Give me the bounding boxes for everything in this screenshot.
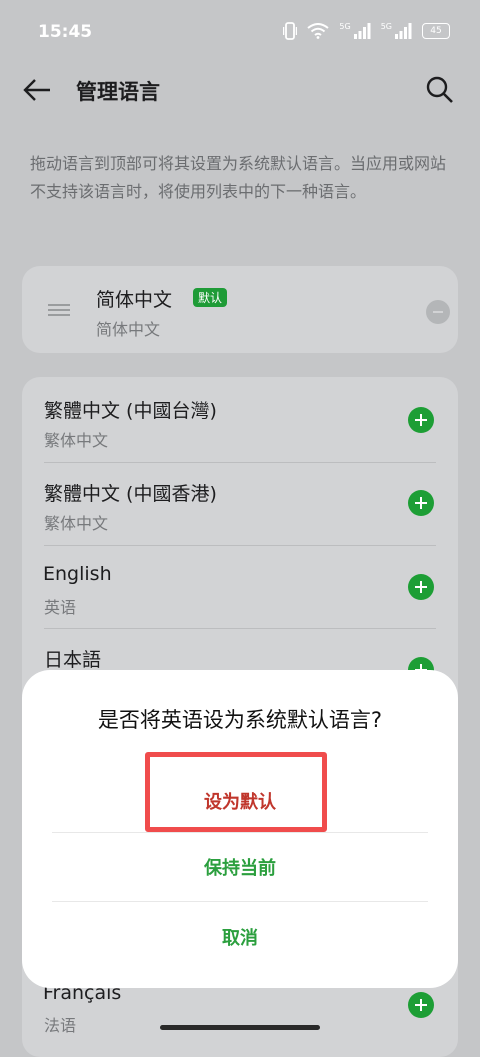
status-icons: 5G 5G 45 [283, 22, 450, 40]
add-language-button[interactable] [408, 407, 434, 433]
list-divider [44, 462, 436, 463]
list-divider [44, 545, 436, 546]
language-sub: 英语 [44, 598, 77, 617]
language-name: 日本語 [44, 649, 102, 671]
default-language-sub: 简体中文 [96, 320, 161, 339]
default-language-card[interactable] [22, 266, 458, 353]
list-divider [44, 628, 436, 629]
language-sub: 法语 [44, 1016, 77, 1035]
signal-5g-label-2: 5G [380, 22, 392, 31]
add-language-button[interactable] [408, 490, 434, 516]
dialog-divider [52, 901, 428, 902]
language-name: 繁體中文 (中國台灣) [44, 400, 217, 422]
signal-icon [353, 23, 371, 39]
language-sub: 繁体中文 [44, 431, 109, 450]
battery-icon: 45 [422, 23, 450, 39]
search-button[interactable] [422, 72, 458, 108]
cancel-button[interactable]: 取消 [22, 924, 458, 950]
back-button[interactable] [20, 72, 56, 108]
remove-language-button[interactable] [426, 300, 450, 324]
description-text: 拖动语言到顶部可将其设置为系统默认语言。当应用或网站不支持该语言时，将使用列表中… [30, 154, 447, 201]
keep-current-button[interactable]: 保持当前 [22, 854, 458, 880]
highlight-box [145, 752, 327, 832]
default-badge: 默认 [193, 288, 228, 307]
vibrate-icon [283, 22, 298, 40]
search-icon [426, 76, 453, 103]
default-language-name: 简体中文 [96, 289, 173, 311]
language-name: 繁體中文 (中國香港) [44, 483, 217, 505]
language-sub: 繁体中文 [44, 514, 109, 533]
dialog-divider [52, 832, 428, 833]
battery-level: 45 [430, 26, 442, 36]
signal-icon-2 [395, 23, 412, 39]
status-time: 15:45 [38, 22, 93, 42]
language-name: English [43, 563, 112, 585]
status-bar: 15:45 5G 5G 45 [0, 0, 480, 64]
app-bar: 管理语言 [0, 64, 480, 114]
page-title: 管理语言 [76, 80, 160, 104]
drag-handle-icon[interactable] [48, 304, 70, 316]
add-language-button[interactable] [408, 574, 434, 600]
wifi-icon [307, 23, 330, 39]
home-indicator[interactable] [160, 1025, 320, 1030]
back-arrow-icon [23, 79, 50, 101]
dialog-title: 是否将英语设为系统默认语言? [97, 708, 383, 732]
add-language-button[interactable] [408, 992, 434, 1018]
signal-5g-label-1: 5G [339, 22, 351, 31]
